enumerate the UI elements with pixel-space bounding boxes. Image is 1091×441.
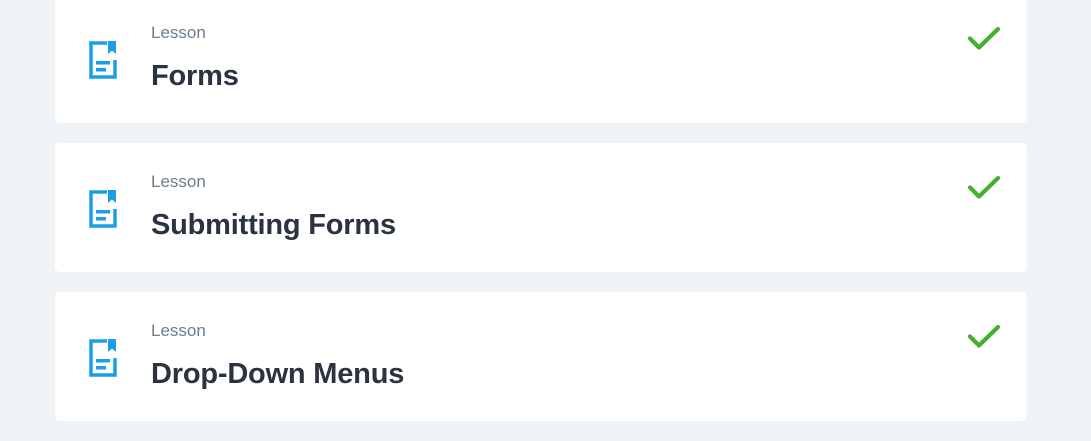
lesson-list: Lesson Forms Lesson Submitting Forms Les… bbox=[55, 0, 1027, 441]
checkmark-icon bbox=[968, 176, 1000, 200]
lesson-document-icon bbox=[87, 189, 119, 229]
lesson-document-icon bbox=[87, 338, 119, 378]
lesson-card-drop-down-menus[interactable]: Lesson Drop-Down Menus bbox=[55, 292, 1027, 421]
lesson-kind-label: Lesson bbox=[151, 23, 206, 42]
lesson-card-submitting-forms[interactable]: Lesson Submitting Forms bbox=[55, 143, 1027, 272]
checkmark-icon bbox=[968, 27, 1000, 51]
checkmark-icon bbox=[968, 325, 1000, 349]
lesson-kind-label: Lesson bbox=[151, 172, 206, 191]
lesson-title[interactable]: Forms bbox=[151, 59, 239, 93]
lesson-document-icon bbox=[87, 40, 119, 80]
lesson-title[interactable]: Submitting Forms bbox=[151, 208, 396, 242]
lesson-card-forms[interactable]: Lesson Forms bbox=[55, 0, 1027, 123]
lesson-kind-label: Lesson bbox=[151, 321, 206, 340]
lesson-title[interactable]: Drop-Down Menus bbox=[151, 357, 404, 391]
